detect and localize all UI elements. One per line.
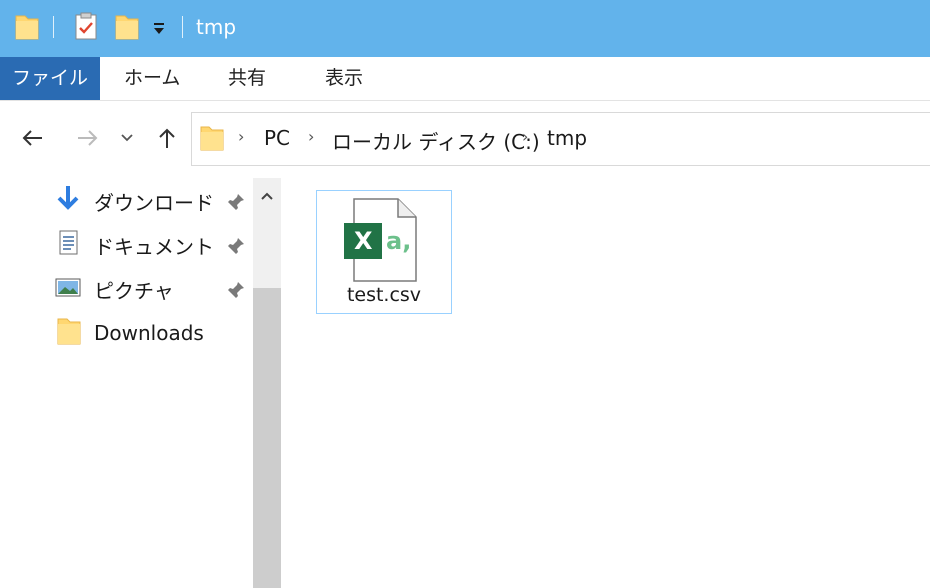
- sidebar-item-label: ドキュメント: [94, 234, 214, 259]
- file-item[interactable]: X a, test.csv: [316, 190, 452, 314]
- up-arrow-icon[interactable]: [152, 123, 182, 153]
- tab-file[interactable]: ファイル: [0, 57, 100, 100]
- pin-icon[interactable]: [226, 192, 246, 216]
- sidebar-item-label: ダウンロード: [94, 190, 214, 215]
- chevron-right-icon[interactable]: ›: [308, 127, 314, 146]
- sidebar-item-label: Downloads: [94, 321, 204, 345]
- sidebar-item-documents[interactable]: ドキュメント: [54, 227, 214, 263]
- pin-icon[interactable]: [226, 280, 246, 304]
- file-name: test.csv: [346, 284, 422, 306]
- customize-toolbar-icon[interactable]: [151, 19, 167, 41]
- sidebar-item-downloads-folder[interactable]: Downloads: [54, 315, 204, 351]
- download-arrow-icon: [54, 184, 82, 218]
- folder-icon: [200, 123, 224, 157]
- new-folder-icon[interactable]: [114, 12, 140, 46]
- scrollbar-thumb[interactable]: [253, 288, 281, 588]
- sidebar-item-pictures[interactable]: ピクチャ: [54, 271, 174, 307]
- excel-csv-icon: X a,: [342, 197, 418, 287]
- document-icon: [54, 228, 82, 262]
- sidebar-item-downloads[interactable]: ダウンロード: [54, 183, 214, 219]
- folder-icon: [14, 12, 40, 46]
- folder-icon: [54, 315, 82, 351]
- sidebar-scrollbar[interactable]: [253, 178, 281, 588]
- recent-locations-chevron-down-icon[interactable]: [117, 123, 137, 153]
- breadcrumb-pc[interactable]: PC: [264, 126, 290, 150]
- chevron-right-icon[interactable]: ›: [522, 127, 528, 146]
- forward-arrow-icon[interactable]: [72, 123, 104, 153]
- breadcrumb-local-disk[interactable]: ローカル ディスク (C:): [332, 126, 540, 155]
- window-title: tmp: [196, 15, 237, 39]
- separator: [53, 16, 54, 38]
- breadcrumb-tmp[interactable]: tmp: [547, 126, 587, 150]
- tab-view[interactable]: 表示: [325, 57, 363, 100]
- title-bar: tmp: [0, 0, 930, 57]
- svg-text:X: X: [354, 227, 373, 255]
- pictures-icon: [54, 272, 82, 306]
- ribbon-tabs: ファイル ホーム 共有 表示: [0, 57, 930, 101]
- separator: [182, 16, 183, 38]
- properties-icon[interactable]: [74, 12, 98, 46]
- tab-home[interactable]: ホーム: [124, 57, 180, 100]
- chevron-right-icon[interactable]: ›: [238, 127, 244, 146]
- svg-text:a,: a,: [386, 227, 411, 255]
- scroll-up-chevron-icon[interactable]: [253, 178, 281, 214]
- back-arrow-icon[interactable]: [16, 123, 48, 153]
- address-bar[interactable]: › PC › ローカル ディスク (C:) › tmp: [191, 112, 930, 166]
- tab-share[interactable]: 共有: [228, 57, 266, 100]
- sidebar-item-label: ピクチャ: [94, 278, 174, 303]
- pin-icon[interactable]: [226, 236, 246, 260]
